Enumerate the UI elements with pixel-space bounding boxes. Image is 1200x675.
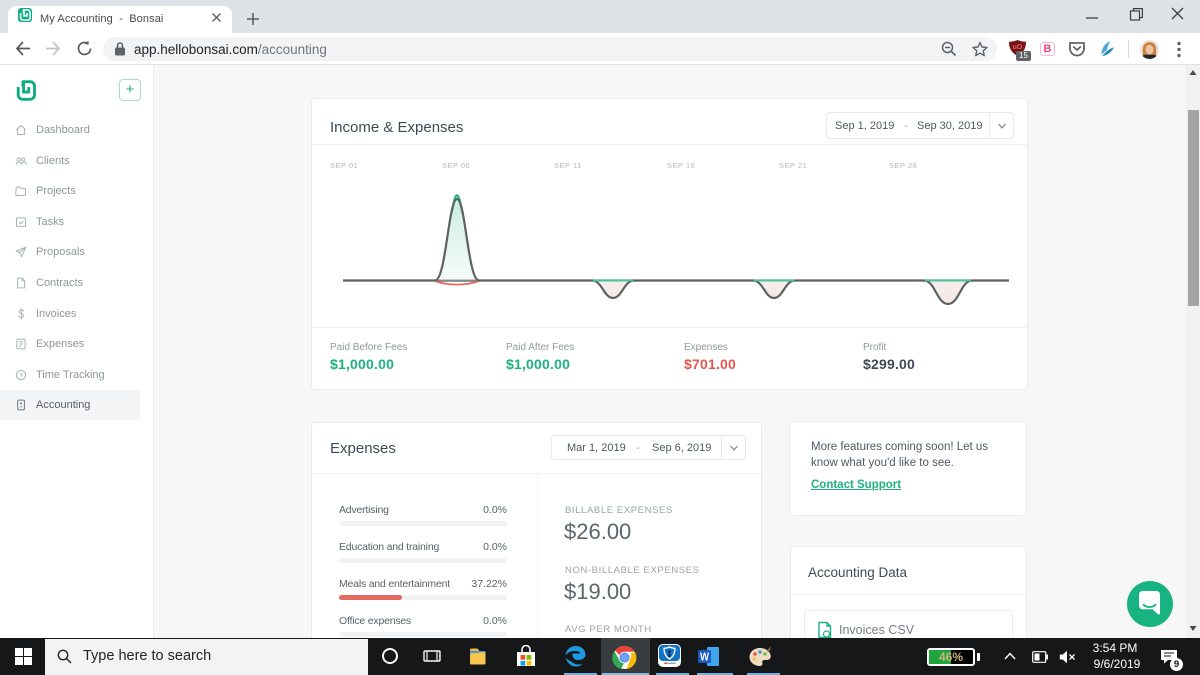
svg-text:uO: uO [1013, 44, 1023, 51]
